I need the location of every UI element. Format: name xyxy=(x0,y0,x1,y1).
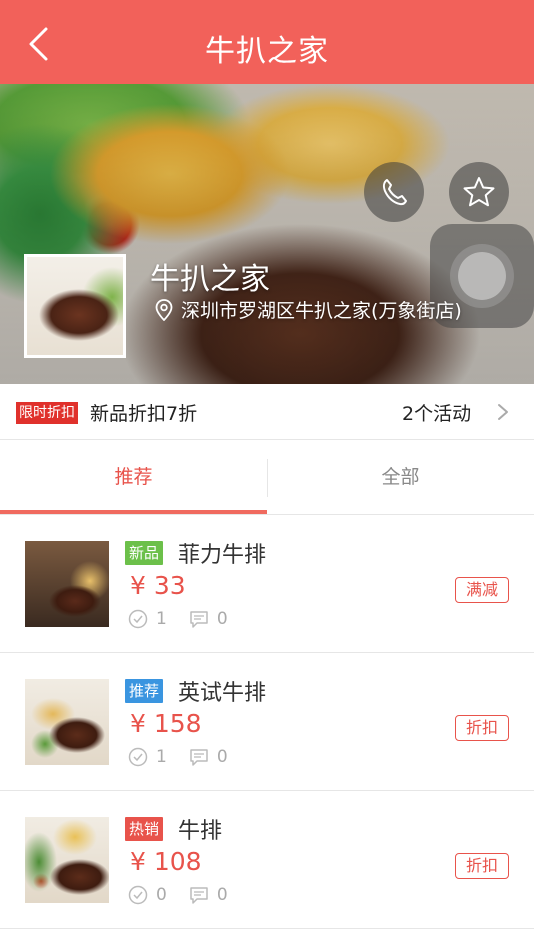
item-badge: 推荐 xyxy=(125,679,164,703)
item-name: 英试牛排 xyxy=(178,681,267,706)
promo-tag: 限时折扣 xyxy=(16,402,78,424)
item-comments: 0 xyxy=(216,747,228,767)
list-item[interactable]: 推荐 英试牛排 ¥ 158 1 0 折扣 xyxy=(0,653,534,791)
store-address-text: 深圳市罗湖区牛扒之家(万象街店) xyxy=(181,300,462,322)
item-stats: 1 0 xyxy=(128,747,250,767)
item-sales: 0 xyxy=(156,885,167,905)
item-promo-label[interactable]: 折扣 xyxy=(454,715,509,741)
item-comments: 0 xyxy=(216,609,228,629)
top-bar: 牛扒之家 xyxy=(0,0,534,84)
tab-all[interactable]: 全部 xyxy=(267,441,534,515)
star-icon xyxy=(463,177,495,207)
comment-icon xyxy=(190,749,208,766)
list-item[interactable]: 新品 菲力牛排 ¥ 33 1 0 满减 xyxy=(0,515,534,653)
favorite-button[interactable] xyxy=(449,162,509,222)
check-circle-icon xyxy=(128,747,148,767)
item-badge: 新品 xyxy=(125,541,164,565)
check-circle-icon xyxy=(128,609,148,629)
active-tab-indicator xyxy=(0,510,267,514)
item-name: 菲力牛排 xyxy=(178,543,267,568)
item-badge: 热销 xyxy=(125,817,164,841)
promo-text: 新品折扣7折 xyxy=(90,403,198,425)
item-comments: 0 xyxy=(216,885,228,905)
location-pin-icon xyxy=(155,298,173,321)
item-stats: 0 0 xyxy=(128,885,250,905)
phone-icon xyxy=(382,179,407,206)
page-title: 牛扒之家 xyxy=(205,34,329,69)
item-thumbnail xyxy=(25,679,109,765)
item-sales: 1 xyxy=(156,609,167,629)
item-stats: 1 0 xyxy=(128,609,250,629)
item-sales: 1 xyxy=(156,747,167,767)
item-price: ¥ 33 xyxy=(130,571,186,600)
item-name: 牛排 xyxy=(178,819,223,844)
item-price: ¥ 158 xyxy=(130,709,202,738)
item-price: ¥ 108 xyxy=(130,847,202,876)
chevron-right-icon xyxy=(498,404,508,420)
tab-bar: 推荐 全部 xyxy=(0,441,534,515)
call-button[interactable] xyxy=(364,162,424,222)
comment-icon xyxy=(190,887,208,904)
list-item[interactable]: 热销 牛排 ¥ 108 0 0 折扣 xyxy=(0,791,534,929)
item-thumbnail xyxy=(25,817,109,903)
promo-count: 2个活动 xyxy=(402,403,472,425)
comment-icon xyxy=(190,611,208,628)
item-promo-label[interactable]: 满减 xyxy=(454,577,509,603)
store-address[interactable]: 深圳市罗湖区牛扒之家(万象街店) xyxy=(155,296,462,323)
item-promo-label[interactable]: 折扣 xyxy=(454,853,509,879)
store-thumbnail xyxy=(24,254,126,358)
tab-recommended[interactable]: 推荐 xyxy=(0,441,267,515)
store-name: 牛扒之家 xyxy=(150,262,270,297)
promotion-row[interactable]: 限时折扣 新品折扣7折 2个活动 xyxy=(0,384,534,440)
check-circle-icon xyxy=(128,885,148,905)
store-banner: 牛扒之家 深圳市罗湖区牛扒之家(万象街店) xyxy=(0,84,534,384)
item-thumbnail xyxy=(25,541,109,627)
